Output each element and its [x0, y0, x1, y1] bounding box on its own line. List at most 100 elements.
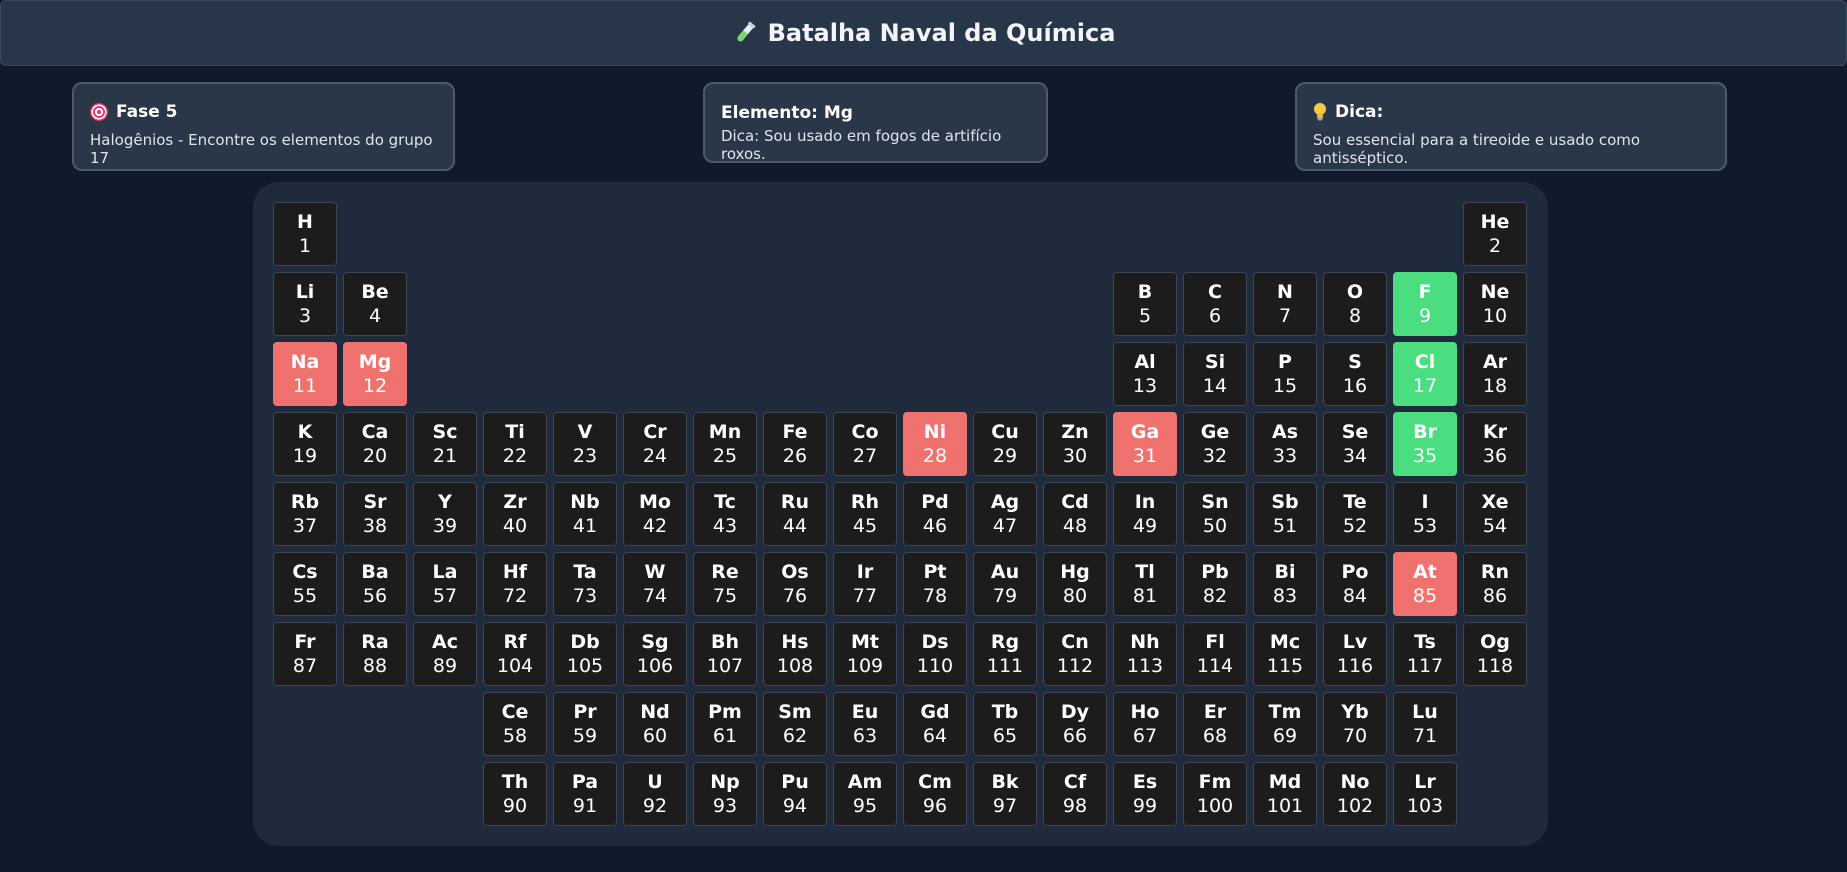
element-cell-cu[interactable]: Cu 29 — [973, 412, 1037, 476]
element-cell-nb[interactable]: Nb 41 — [553, 482, 617, 546]
element-cell-sc[interactable]: Sc 21 — [413, 412, 477, 476]
element-cell-bh[interactable]: Bh 107 — [693, 622, 757, 686]
element-cell-ni[interactable]: Ni 28 — [903, 412, 967, 476]
element-cell-es[interactable]: Es 99 — [1113, 762, 1177, 826]
element-cell-ga[interactable]: Ga 31 — [1113, 412, 1177, 476]
element-cell-po[interactable]: Po 84 — [1323, 552, 1387, 616]
element-cell-u[interactable]: U 92 — [623, 762, 687, 826]
element-cell-as[interactable]: As 33 — [1253, 412, 1317, 476]
element-cell-tm[interactable]: Tm 69 — [1253, 692, 1317, 756]
element-cell-md[interactable]: Md 101 — [1253, 762, 1317, 826]
element-cell-no[interactable]: No 102 — [1323, 762, 1387, 826]
element-cell-li[interactable]: Li 3 — [273, 272, 337, 336]
element-cell-ba[interactable]: Ba 56 — [343, 552, 407, 616]
element-cell-i[interactable]: I 53 — [1393, 482, 1457, 546]
element-cell-he[interactable]: He 2 — [1463, 202, 1527, 266]
element-cell-al[interactable]: Al 13 — [1113, 342, 1177, 406]
element-cell-si[interactable]: Si 14 — [1183, 342, 1247, 406]
element-cell-pu[interactable]: Pu 94 — [763, 762, 827, 826]
element-cell-cf[interactable]: Cf 98 — [1043, 762, 1107, 826]
element-cell-yb[interactable]: Yb 70 — [1323, 692, 1387, 756]
element-cell-ho[interactable]: Ho 67 — [1113, 692, 1177, 756]
element-cell-la[interactable]: La 57 — [413, 552, 477, 616]
element-cell-f[interactable]: F9 — [1393, 272, 1457, 336]
element-cell-o[interactable]: O8 — [1323, 272, 1387, 336]
element-cell-br[interactable]: Br 35 — [1393, 412, 1457, 476]
element-cell-hg[interactable]: Hg 80 — [1043, 552, 1107, 616]
element-cell-at[interactable]: At 85 — [1393, 552, 1457, 616]
element-cell-fe[interactable]: Fe 26 — [763, 412, 827, 476]
element-cell-s[interactable]: S 16 — [1323, 342, 1387, 406]
element-cell-hf[interactable]: Hf 72 — [483, 552, 547, 616]
element-cell-cr[interactable]: Cr 24 — [623, 412, 687, 476]
element-cell-os[interactable]: Os 76 — [763, 552, 827, 616]
element-cell-ra[interactable]: Ra 88 — [343, 622, 407, 686]
element-cell-rb[interactable]: Rb 37 — [273, 482, 337, 546]
element-cell-ds[interactable]: Ds 110 — [903, 622, 967, 686]
element-cell-in[interactable]: In 49 — [1113, 482, 1177, 546]
element-cell-se[interactable]: Se 34 — [1323, 412, 1387, 476]
element-cell-ne[interactable]: Ne 10 — [1463, 272, 1527, 336]
element-cell-ta[interactable]: Ta 73 — [553, 552, 617, 616]
element-cell-fr[interactable]: Fr 87 — [273, 622, 337, 686]
element-cell-ar[interactable]: Ar 18 — [1463, 342, 1527, 406]
element-cell-ce[interactable]: Ce 58 — [483, 692, 547, 756]
element-cell-mc[interactable]: Mc 115 — [1253, 622, 1317, 686]
element-cell-h[interactable]: H1 — [273, 202, 337, 266]
element-cell-cd[interactable]: Cd 48 — [1043, 482, 1107, 546]
element-cell-dy[interactable]: Dy 66 — [1043, 692, 1107, 756]
element-cell-y[interactable]: Y 39 — [413, 482, 477, 546]
element-cell-sn[interactable]: Sn 50 — [1183, 482, 1247, 546]
element-cell-mg[interactable]: Mg 12 — [343, 342, 407, 406]
element-cell-bi[interactable]: Bi 83 — [1253, 552, 1317, 616]
element-cell-zr[interactable]: Zr 40 — [483, 482, 547, 546]
element-cell-pd[interactable]: Pd 46 — [903, 482, 967, 546]
element-cell-be[interactable]: Be 4 — [343, 272, 407, 336]
element-cell-kr[interactable]: Kr 36 — [1463, 412, 1527, 476]
element-cell-ge[interactable]: Ge 32 — [1183, 412, 1247, 476]
element-cell-te[interactable]: Te 52 — [1323, 482, 1387, 546]
element-cell-sr[interactable]: Sr 38 — [343, 482, 407, 546]
element-cell-c[interactable]: C6 — [1183, 272, 1247, 336]
element-cell-k[interactable]: K 19 — [273, 412, 337, 476]
element-cell-lu[interactable]: Lu 71 — [1393, 692, 1457, 756]
element-cell-rf[interactable]: Rf 104 — [483, 622, 547, 686]
element-cell-bk[interactable]: Bk 97 — [973, 762, 1037, 826]
element-cell-db[interactable]: Db 105 — [553, 622, 617, 686]
element-cell-er[interactable]: Er 68 — [1183, 692, 1247, 756]
element-cell-co[interactable]: Co 27 — [833, 412, 897, 476]
element-cell-w[interactable]: W 74 — [623, 552, 687, 616]
element-cell-th[interactable]: Th 90 — [483, 762, 547, 826]
element-cell-ca[interactable]: Ca 20 — [343, 412, 407, 476]
element-cell-sg[interactable]: Sg 106 — [623, 622, 687, 686]
element-cell-ti[interactable]: Ti 22 — [483, 412, 547, 476]
element-cell-rg[interactable]: Rg 111 — [973, 622, 1037, 686]
element-cell-rn[interactable]: Rn 86 — [1463, 552, 1527, 616]
element-cell-au[interactable]: Au 79 — [973, 552, 1037, 616]
element-cell-sm[interactable]: Sm 62 — [763, 692, 827, 756]
element-cell-hs[interactable]: Hs 108 — [763, 622, 827, 686]
element-cell-nh[interactable]: Nh 113 — [1113, 622, 1177, 686]
element-cell-ru[interactable]: Ru 44 — [763, 482, 827, 546]
element-cell-lr[interactable]: Lr 103 — [1393, 762, 1457, 826]
element-cell-og[interactable]: Og 118 — [1463, 622, 1527, 686]
element-cell-tb[interactable]: Tb 65 — [973, 692, 1037, 756]
element-cell-lv[interactable]: Lv 116 — [1323, 622, 1387, 686]
element-cell-fl[interactable]: Fl 114 — [1183, 622, 1247, 686]
element-cell-tc[interactable]: Tc 43 — [693, 482, 757, 546]
element-cell-am[interactable]: Am 95 — [833, 762, 897, 826]
element-cell-mo[interactable]: Mo 42 — [623, 482, 687, 546]
element-cell-xe[interactable]: Xe 54 — [1463, 482, 1527, 546]
element-cell-na[interactable]: Na 11 — [273, 342, 337, 406]
element-cell-nd[interactable]: Nd 60 — [623, 692, 687, 756]
element-cell-cn[interactable]: Cn 112 — [1043, 622, 1107, 686]
element-cell-v[interactable]: V 23 — [553, 412, 617, 476]
element-cell-pr[interactable]: Pr 59 — [553, 692, 617, 756]
element-cell-mn[interactable]: Mn 25 — [693, 412, 757, 476]
element-cell-mt[interactable]: Mt 109 — [833, 622, 897, 686]
element-cell-zn[interactable]: Zn 30 — [1043, 412, 1107, 476]
element-cell-tl[interactable]: Tl 81 — [1113, 552, 1177, 616]
element-cell-cs[interactable]: Cs 55 — [273, 552, 337, 616]
element-cell-rh[interactable]: Rh 45 — [833, 482, 897, 546]
element-cell-cl[interactable]: Cl 17 — [1393, 342, 1457, 406]
